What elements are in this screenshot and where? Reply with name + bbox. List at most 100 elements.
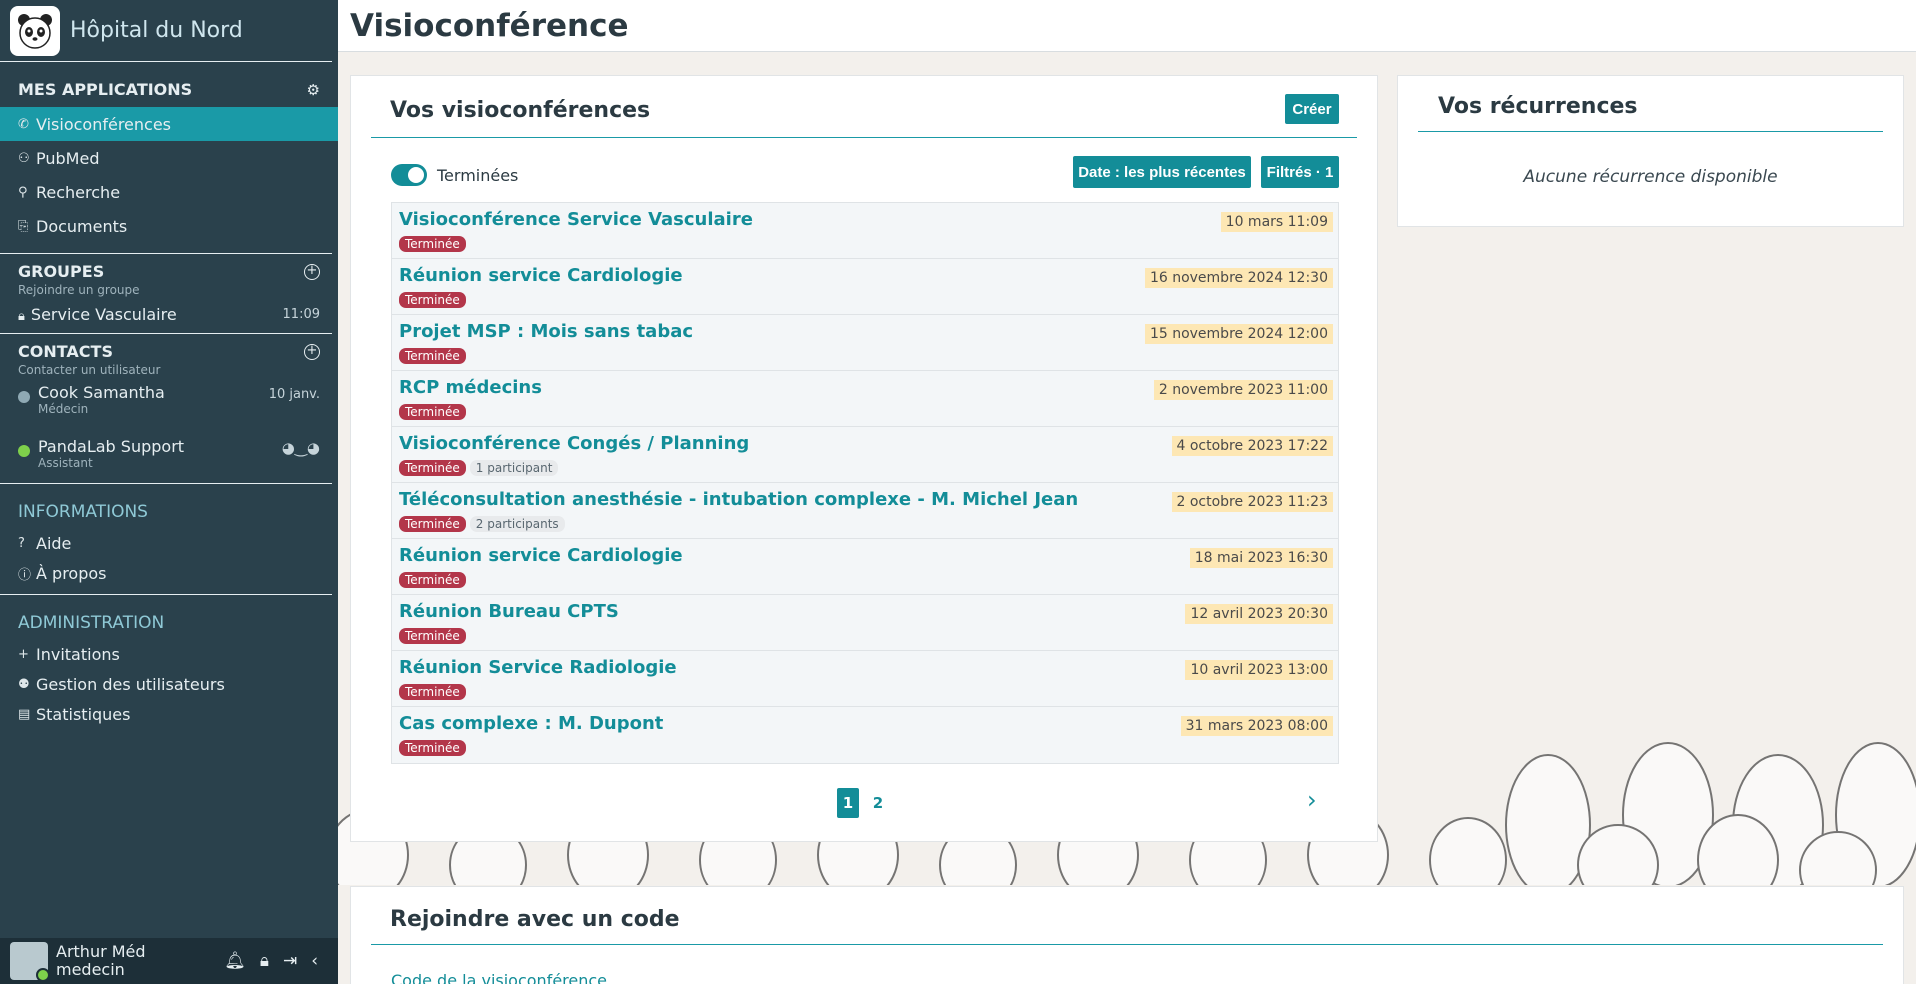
group-label: Service Vasculaire: [30, 304, 177, 324]
contact-user-link[interactable]: Contacter un utilisateur: [0, 363, 338, 377]
list-item[interactable]: Cas complexe : M. Dupont Terminée 31 mars …: [392, 707, 1338, 763]
status-badge: Terminée: [399, 684, 466, 700]
visio-title[interactable]: Visioconférence Service Vasculaire: [399, 209, 753, 230]
visio-title[interactable]: Projet MSP : Mois sans tabac: [399, 321, 693, 342]
list-item[interactable]: Réunion Bureau CPTS Terminée 12 avril 2023…: [392, 595, 1338, 651]
recurrences-title: Vos récurrences: [1438, 94, 1638, 119]
sidebar-item-documents[interactable]: ⎘ Documents: [0, 209, 338, 243]
sidebar-item-label: Visioconférences: [36, 114, 171, 134]
visio-title[interactable]: Réunion Service Radiologie: [399, 657, 677, 678]
contact-item[interactable]: Cook Samantha Médecin 10 janv.: [0, 377, 338, 431]
brand: Hôpital du Nord: [0, 0, 332, 62]
contacts-title: CONTACTS: [18, 342, 113, 361]
collapse-icon[interactable]: ‹: [311, 951, 318, 971]
list-item[interactable]: Visioconférence Congés / Planning Terminé…: [392, 427, 1338, 483]
list-item[interactable]: Téléconsultation anesthésie - intubation…: [392, 483, 1338, 539]
status-badge: Terminée: [399, 740, 466, 756]
visio-title[interactable]: Réunion Bureau CPTS: [399, 601, 619, 622]
sidebar-item-apropos[interactable]: ⓘ À propos: [0, 558, 338, 588]
top-bar: Visioconférence: [338, 0, 1916, 52]
visio-date: 16 novembre 2024 12:30: [1144, 268, 1333, 288]
list-item[interactable]: Réunion service Cardiologie Terminée 16 no…: [392, 259, 1338, 315]
contact-name: PandaLab Support: [38, 437, 185, 456]
user-role: medecin: [56, 960, 125, 979]
visio-date: 2 novembre 2023 11:00: [1153, 380, 1333, 400]
participants-badge: 1 participant: [469, 460, 559, 476]
visios-list: Visioconférence Service Vasculaire Termin…: [391, 202, 1339, 764]
add-contact-icon[interactable]: +: [304, 343, 320, 360]
list-item[interactable]: Projet MSP : Mois sans tabac Terminée 15 n…: [392, 315, 1338, 371]
sort-button[interactable]: Date : les plus récentes: [1073, 156, 1251, 188]
list-item[interactable]: Réunion Service Radiologie Terminée 10 avr…: [392, 651, 1338, 707]
recurrences-empty-text: Aucune récurrence disponible: [1523, 167, 1778, 187]
avatar[interactable]: [10, 942, 50, 982]
brand-name[interactable]: Hôpital du Nord: [70, 18, 243, 43]
sidebar-item-visioconferences[interactable]: ✆ Visioconférences: [0, 107, 338, 141]
paperclip-icon: ⎘: [18, 218, 29, 234]
next-page-chevron-icon[interactable]: ›: [1307, 786, 1317, 814]
status-badge: Terminée: [399, 628, 466, 644]
status-dot: [18, 391, 30, 403]
lock-icon[interactable]: 🔒︎: [260, 951, 269, 971]
sidebar-item-invitations[interactable]: + Invitations: [0, 639, 338, 669]
visio-title[interactable]: RCP médecins: [399, 377, 542, 398]
list-item[interactable]: RCP médecins Terminée 2 novembre 2023 11:0…: [392, 371, 1338, 427]
code-field-label[interactable]: Code de la visioconférence: [391, 971, 607, 984]
visios-card: Vos visioconférences Créer Terminées Dat…: [350, 75, 1378, 842]
contact-item[interactable]: PandaLab Support Assistant ◕‿◕: [0, 431, 338, 485]
status-dot: [18, 445, 30, 457]
visio-date: 2 octobre 2023 11:23: [1171, 492, 1333, 512]
group-item[interactable]: 🔒︎ Service Vasculaire 11:09: [0, 297, 338, 331]
sidebar-item-recherche[interactable]: ⚲ Recherche: [0, 175, 338, 209]
status-badge: Terminée: [399, 404, 466, 420]
visio-title[interactable]: Réunion service Cardiologie: [399, 545, 683, 566]
users-icon: ⚉: [18, 676, 30, 692]
page-1-button[interactable]: 1: [837, 788, 859, 818]
filter-button[interactable]: Filtrés · 1: [1261, 156, 1339, 188]
sidebar-item-label: Aide: [36, 533, 72, 553]
join-group-link[interactable]: Rejoindre un groupe: [0, 283, 338, 297]
apps-header: MES APPLICATIONS ⚙: [0, 80, 338, 99]
stats-icon: ▤: [18, 706, 31, 722]
group-time: 11:09: [282, 306, 320, 322]
visio-title[interactable]: Visioconférence Congés / Planning: [399, 433, 749, 454]
sidebar-item-pubmed[interactable]: ⚇ PubMed: [0, 141, 338, 175]
finished-toggle[interactable]: [391, 164, 427, 186]
divider: [0, 594, 332, 595]
contact-role: Médecin: [38, 402, 89, 416]
contact-name: Cook Samantha: [38, 383, 165, 402]
phone-icon: ✆: [18, 116, 29, 132]
search-icon: ⚲: [18, 184, 28, 200]
lock-icon: 🔒︎: [18, 308, 25, 324]
contact-time: 10 janv.: [268, 387, 320, 402]
visio-title[interactable]: Cas complexe : M. Dupont: [399, 713, 663, 734]
groups-title: GROUPES: [18, 262, 105, 281]
visio-title[interactable]: Réunion service Cardiologie: [399, 265, 683, 286]
create-button[interactable]: Créer: [1285, 94, 1339, 124]
sidebar-item-label: Documents: [36, 216, 128, 236]
user-footer: Arthur Méd medecin 🔔︎ 🔒︎ ⇥ ‹: [0, 938, 338, 984]
sidebar-item-aide[interactable]: ? Aide: [0, 528, 338, 558]
panda-logo-icon[interactable]: [10, 5, 60, 56]
visio-date: 10 avril 2023 13:00: [1185, 660, 1333, 680]
visio-date: 10 mars 11:09: [1220, 212, 1333, 232]
sidebar-item-gestion-utilisateurs[interactable]: ⚉ Gestion des utilisateurs: [0, 669, 338, 699]
user-name: Arthur Méd: [56, 942, 146, 961]
info-title: INFORMATIONS: [18, 502, 148, 522]
list-item[interactable]: Réunion service Cardiologie Terminée 18 ma…: [392, 539, 1338, 595]
gear-icon[interactable]: ⚙: [307, 81, 320, 99]
bell-icon[interactable]: 🔔︎: [224, 951, 246, 971]
visio-title[interactable]: Téléconsultation anesthésie - intubation…: [399, 489, 1078, 510]
divider: [0, 253, 332, 254]
groups-header: GROUPES +: [0, 262, 338, 281]
page-2-button[interactable]: 2: [867, 788, 889, 818]
list-item[interactable]: Visioconférence Service Vasculaire Termin…: [392, 203, 1338, 259]
sidebar-item-statistiques[interactable]: ▤ Statistiques: [0, 699, 338, 729]
recurrences-card: Vos récurrences Aucune récurrence dispon…: [1397, 75, 1904, 227]
panda-icon: ◕‿◕: [281, 439, 320, 457]
visio-date: 12 avril 2023 20:30: [1185, 604, 1333, 624]
sidebar-item-label: PubMed: [36, 148, 100, 168]
add-group-icon[interactable]: +: [304, 263, 320, 280]
logout-icon[interactable]: ⇥: [283, 951, 297, 971]
recurrences-card-header: Vos récurrences: [1418, 76, 1883, 132]
